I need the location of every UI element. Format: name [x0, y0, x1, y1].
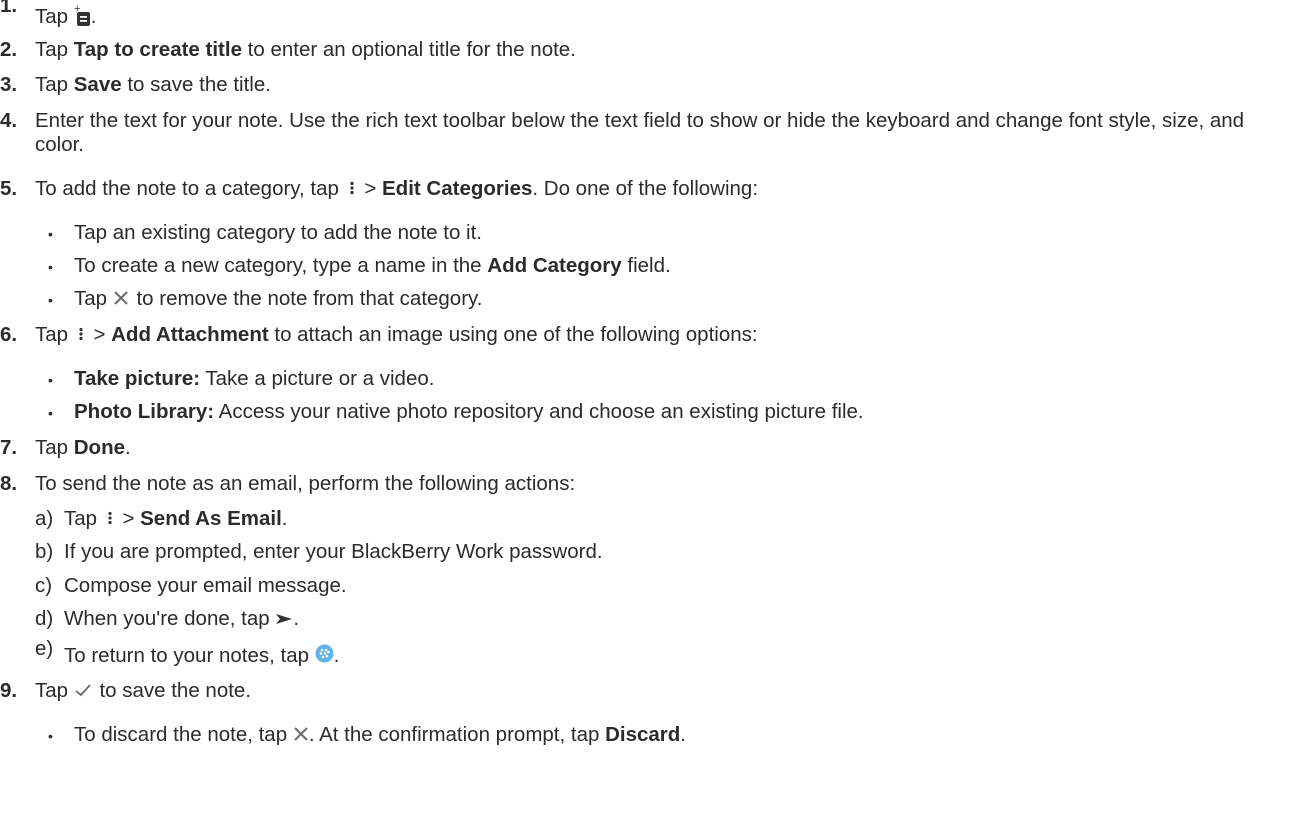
step-text: Tap — [35, 5, 74, 28]
step-number: 8. — [0, 472, 18, 495]
blackberry-icon — [315, 644, 334, 663]
ui-label-send-as-email: Send As Email — [140, 507, 282, 530]
step-number: 7. — [0, 436, 18, 459]
option-label: Take picture: — [74, 367, 201, 390]
step-number: 3. — [0, 73, 18, 96]
step-text: To send the note as an email, perform th… — [35, 472, 576, 495]
close-icon — [113, 291, 129, 305]
instructions-document: 1. Tap + . 2. Tap Tap to create title to… — [0, 0, 1294, 834]
step-number: 4. — [0, 109, 18, 132]
step-number: 6. — [0, 323, 18, 346]
step-number: 2. — [0, 38, 18, 61]
ui-label-edit-categories: Edit Categories — [382, 177, 533, 200]
step-number: 1. — [0, 0, 18, 17]
step-text: Enter the text for your note. Use the ri… — [35, 109, 1245, 156]
checkmark-icon — [74, 683, 92, 697]
close-icon — [293, 727, 309, 741]
ui-label-add-attachment: Add Attachment — [111, 323, 269, 346]
send-icon — [275, 613, 293, 625]
step-number: 5. — [0, 177, 18, 200]
new-note-icon: + — [74, 5, 91, 26]
ui-label-save: Save — [73, 73, 122, 96]
more-options-icon — [106, 511, 114, 525]
more-options-icon — [348, 181, 356, 195]
step-number: 9. — [0, 679, 18, 702]
ui-label-discard: Discard — [605, 723, 681, 746]
more-options-icon — [77, 327, 85, 341]
ui-label-tap-to-create-title: Tap to create title — [73, 38, 242, 61]
option-label: Photo Library: — [74, 400, 215, 423]
ui-label-done: Done — [73, 436, 125, 459]
ui-label-add-category: Add Category — [487, 254, 622, 277]
